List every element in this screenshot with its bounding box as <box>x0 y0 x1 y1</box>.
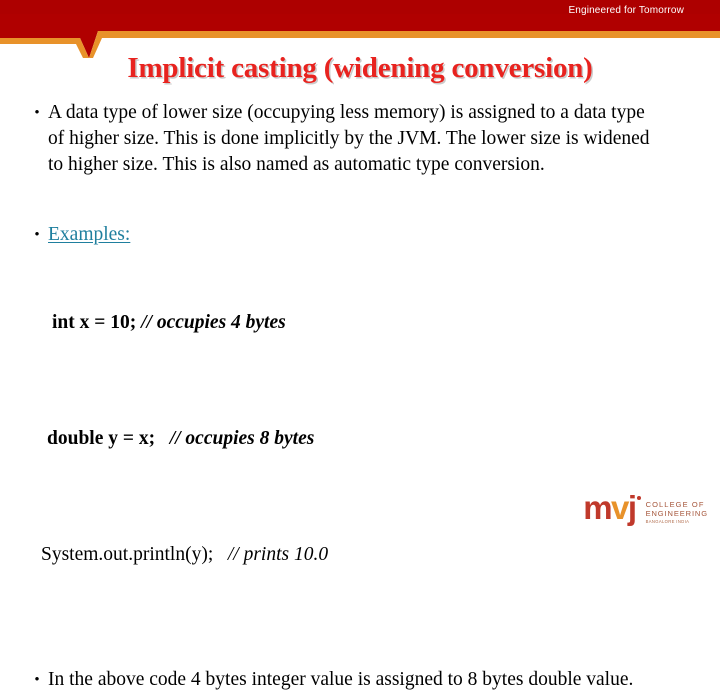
examples-heading: Examples: <box>48 222 720 248</box>
code-statement: int x = 10; <box>52 312 137 333</box>
bullet-item-examples: • Examples: <box>26 222 720 248</box>
bullet-text-definition: A data type of lower size (occupying les… <box>48 102 650 175</box>
header-red-shading <box>0 0 720 14</box>
logo-letter-m: m <box>583 489 612 526</box>
header-red-shape <box>0 0 720 58</box>
mvj-college-logo: mvj COLLEGE OF ENGINEERING BANGALORE IND… <box>583 489 708 528</box>
slide-title: Implicit casting (widening conversion) <box>127 52 593 84</box>
code-line-int-declaration: int x = 10; // occupies 4 bytes <box>52 308 720 337</box>
bullet-marker-icon: • <box>34 672 40 688</box>
code-line-double-assignment: double y = x; // occupies 8 bytes <box>47 424 720 453</box>
slide-body: • A data type of lower size (occupying l… <box>0 100 720 693</box>
code-sample-block: int x = 10; // occupies 4 bytes double y… <box>0 250 720 627</box>
bullet-marker-icon: • <box>34 105 40 121</box>
logo-letter-v: v <box>611 489 629 526</box>
code-line-println: System.out.println(y); // prints 10.0 <box>41 540 720 569</box>
mvj-wordmark: mvj <box>583 489 641 526</box>
logo-text-location: BANGALORE INDIA <box>645 519 690 524</box>
code-statement: System.out.println(y); <box>41 544 214 565</box>
logo-dot-icon <box>636 496 641 500</box>
bullet-text-summary: In the above code 4 bytes integer value … <box>48 669 634 690</box>
bullet-item-summary: • In the above code 4 bytes integer valu… <box>26 667 720 693</box>
logo-text-engineering: ENGINEERING <box>645 509 708 518</box>
code-comment: // occupies 8 bytes <box>155 428 315 449</box>
logo-letter-j: j <box>627 489 637 526</box>
logo-institution-text: COLLEGE OF ENGINEERING BANGALORE INDIA <box>646 492 708 525</box>
code-comment: // prints 10.0 <box>213 544 329 565</box>
code-comment: // occupies 4 bytes <box>136 312 286 333</box>
examples-label: Examples: <box>48 224 131 245</box>
code-statement: double y = x; <box>47 428 156 449</box>
bullet-item-definition: • A data type of lower size (occupying l… <box>26 100 720 178</box>
logo-text-college-of: COLLEGE OF <box>645 500 705 509</box>
bullet-marker-icon: • <box>34 227 40 243</box>
header-tagline: Engineered for Tomorrow <box>568 5 684 16</box>
